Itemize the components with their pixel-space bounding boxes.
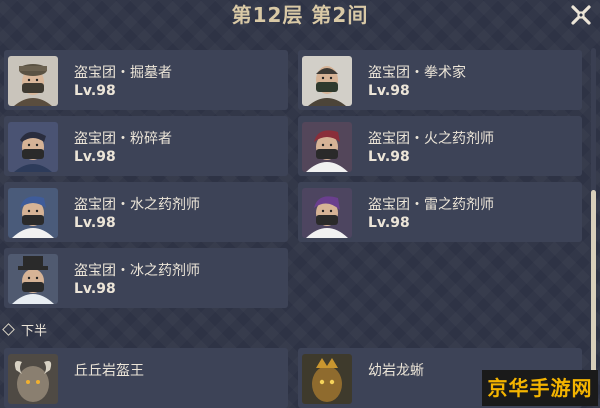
enemy-portrait <box>302 354 352 404</box>
section-header-second-half: 下半 <box>2 320 48 340</box>
section-label: 下半 <box>21 324 48 339</box>
enemy-name: 盗宝团・掘墓者 <box>74 65 172 81</box>
watermark-logo: 京华手游网 <box>482 370 598 406</box>
enemy-level: Lv.98 <box>74 215 116 231</box>
enemy-card[interactable]: 丘丘岩盔王 <box>4 348 288 408</box>
close-button[interactable] <box>568 2 594 28</box>
enemy-portrait <box>8 354 58 404</box>
enemy-list-panel[interactable]: 盗宝团・掘墓者 Lv.98 盗宝团・拳术家 Lv.98 盗宝团・粉碎者 Lv.9… <box>0 44 590 408</box>
enemy-name: 盗宝团・火之药剂师 <box>368 131 494 147</box>
enemy-level: Lv.98 <box>74 149 116 165</box>
enemy-card[interactable]: 盗宝团・粉碎者 Lv.98 <box>4 116 288 176</box>
enemy-card[interactable]: 盗宝团・掘墓者 Lv.98 <box>4 50 288 110</box>
enemy-level: Lv.98 <box>74 281 116 297</box>
enemy-card[interactable]: 盗宝团・火之药剂师 Lv.98 <box>298 116 582 176</box>
scrollbar[interactable] <box>591 48 596 404</box>
enemy-portrait <box>302 56 352 106</box>
enemy-name: 幼岩龙蜥 <box>368 363 424 379</box>
scrollbar-thumb[interactable] <box>591 190 596 380</box>
enemy-level: Lv.98 <box>368 149 410 165</box>
enemy-name: 盗宝团・水之药剂师 <box>74 197 200 213</box>
enemy-level: Lv.98 <box>368 215 410 231</box>
enemy-portrait <box>302 188 352 238</box>
enemy-level: Lv.98 <box>368 83 410 99</box>
enemy-name: 盗宝团・粉碎者 <box>74 131 172 147</box>
close-icon[interactable] <box>568 2 594 28</box>
enemy-card[interactable]: 盗宝团・水之药剂师 Lv.98 <box>4 182 288 242</box>
enemy-name: 丘丘岩盔王 <box>74 363 144 379</box>
enemy-card[interactable]: 盗宝团・冰之药剂师 Lv.98 <box>4 248 288 308</box>
enemy-portrait <box>302 122 352 172</box>
enemy-card[interactable]: 盗宝团・拳术家 Lv.98 <box>298 50 582 110</box>
diamond-icon <box>2 323 15 336</box>
enemy-portrait <box>8 188 58 238</box>
enemy-name: 盗宝团・冰之药剂师 <box>74 263 200 279</box>
enemy-portrait <box>8 122 58 172</box>
enemy-portrait <box>8 56 58 106</box>
enemy-card[interactable]: 盗宝团・雷之药剂师 Lv.98 <box>298 182 582 242</box>
page-title: 第12层 第2间 <box>231 3 369 27</box>
enemy-name: 盗宝团・雷之药剂师 <box>368 197 494 213</box>
enemy-name: 盗宝团・拳术家 <box>368 65 466 81</box>
enemy-level: Lv.98 <box>74 83 116 99</box>
enemy-portrait <box>8 254 58 304</box>
